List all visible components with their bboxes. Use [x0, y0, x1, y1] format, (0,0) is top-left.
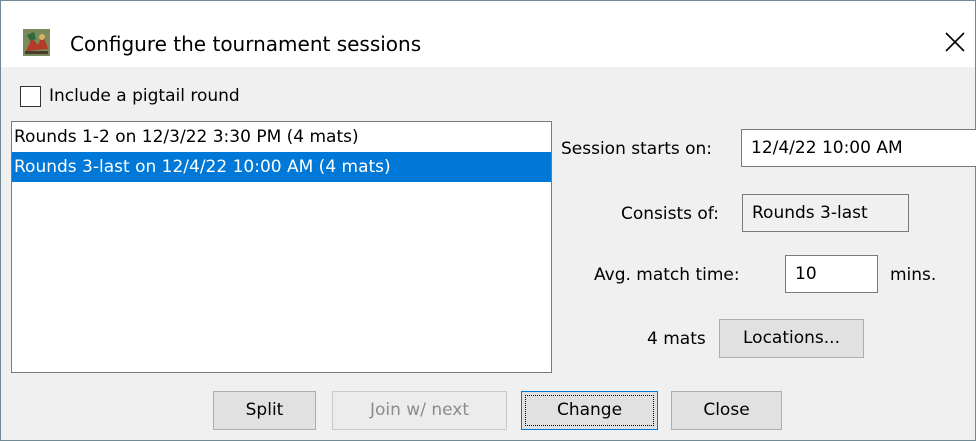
session-list[interactable]: Rounds 1-2 on 12/3/22 3:30 PM (4 mats) R… [11, 121, 552, 373]
consists-of-field: Rounds 3-last [742, 194, 909, 232]
session-list-item[interactable]: Rounds 1-2 on 12/3/22 3:30 PM (4 mats) [12, 122, 551, 152]
consists-of-label: Consists of: [621, 204, 719, 224]
join-next-button[interactable]: Join w/ next [332, 391, 507, 430]
minutes-unit-label: mins. [890, 265, 937, 285]
locations-button[interactable]: Locations... [719, 319, 864, 358]
pigtail-round-checkbox[interactable]: Include a pigtail round [20, 83, 240, 109]
tournament-app-icon [23, 29, 50, 56]
session-start-field[interactable]: 12/4/22 10:00 AM [741, 129, 976, 167]
split-button[interactable]: Split [213, 391, 316, 430]
checkbox-box[interactable] [20, 85, 41, 107]
pigtail-round-label: Include a pigtail round [49, 86, 240, 106]
title-bar: Configure the tournament sessions [1, 1, 975, 67]
close-button[interactable]: Close [671, 391, 782, 430]
close-icon[interactable] [941, 28, 969, 56]
match-time-field[interactable]: 10 [785, 255, 878, 293]
avg-match-time-label: Avg. match time: [594, 265, 740, 285]
mats-count-label: 4 mats [647, 329, 706, 349]
session-starts-label: Session starts on: [561, 139, 713, 159]
change-button[interactable]: Change [521, 391, 658, 430]
configure-sessions-dialog: Configure the tournament sessions Includ… [0, 0, 976, 441]
session-list-item-selected[interactable]: Rounds 3-last on 12/4/22 10:00 AM (4 mat… [12, 152, 551, 182]
window-title: Configure the tournament sessions [70, 32, 422, 56]
